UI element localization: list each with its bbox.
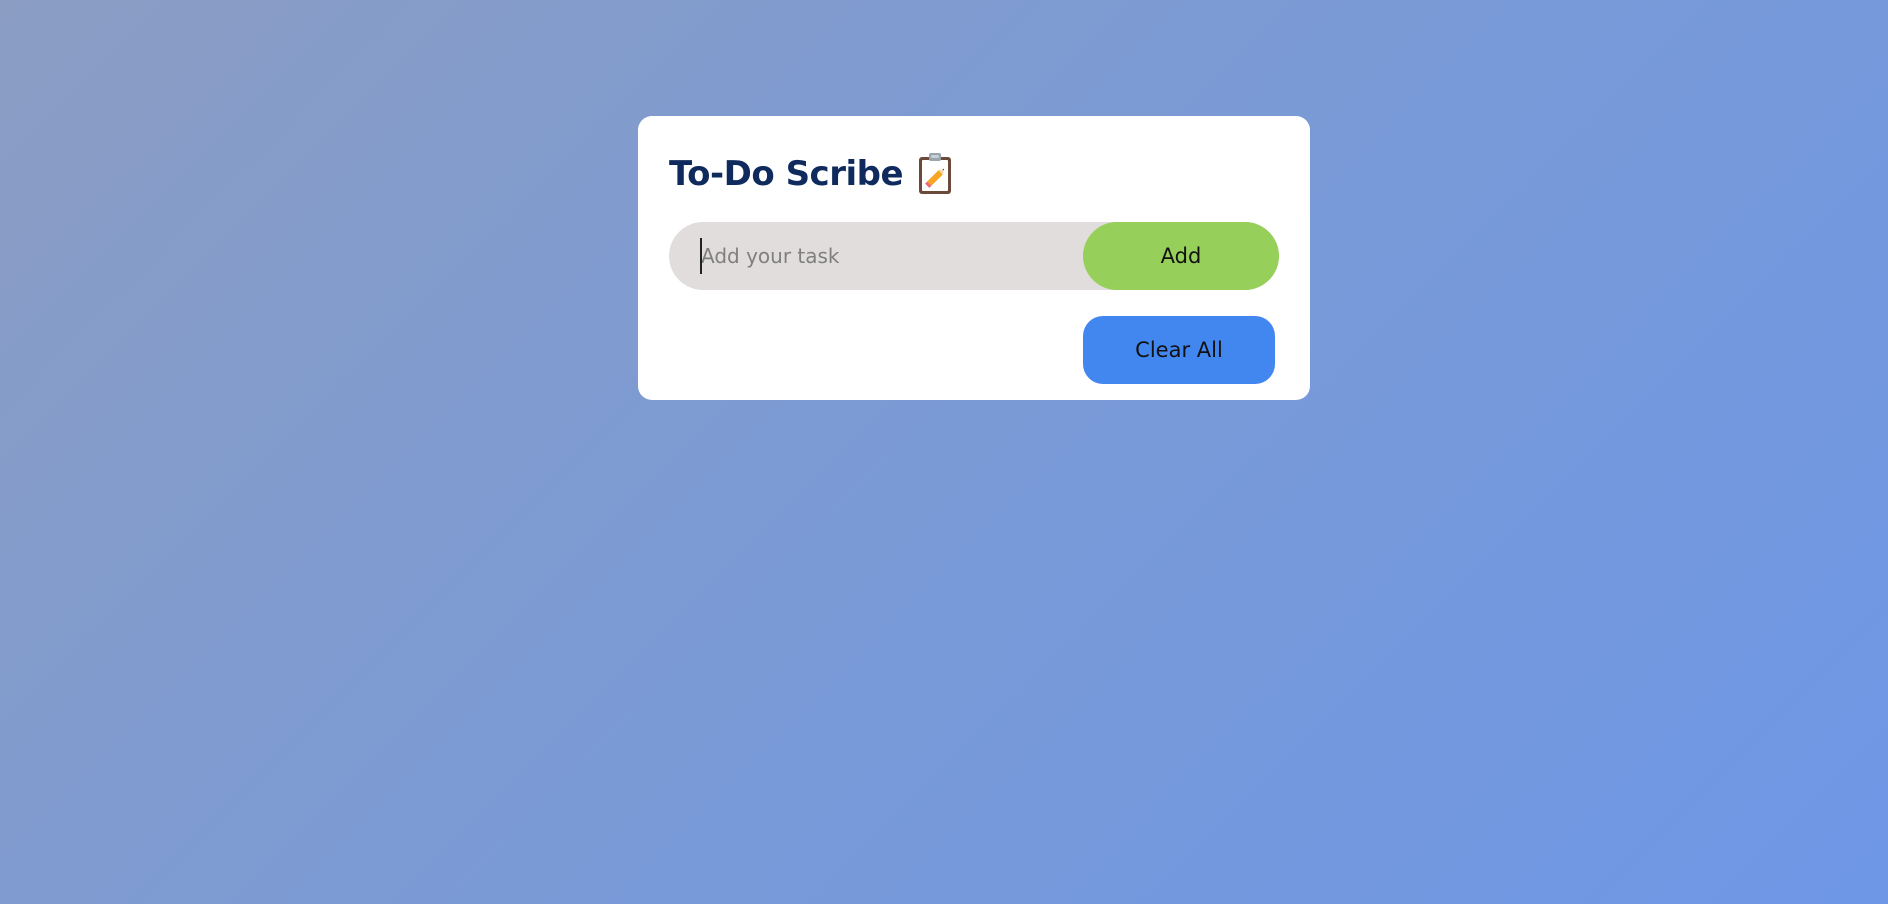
title-row: To-Do Scribe [669, 152, 953, 196]
clipboard-with-pencil-icon [917, 152, 953, 196]
clear-all-button[interactable]: Clear All [1083, 316, 1275, 384]
add-button[interactable]: Add [1083, 222, 1279, 290]
app-title: To-Do Scribe [669, 154, 904, 194]
todo-card: To-Do Scribe Add Clear All [638, 116, 1310, 400]
text-caret [700, 238, 702, 274]
task-input-row: Add [669, 222, 1279, 290]
